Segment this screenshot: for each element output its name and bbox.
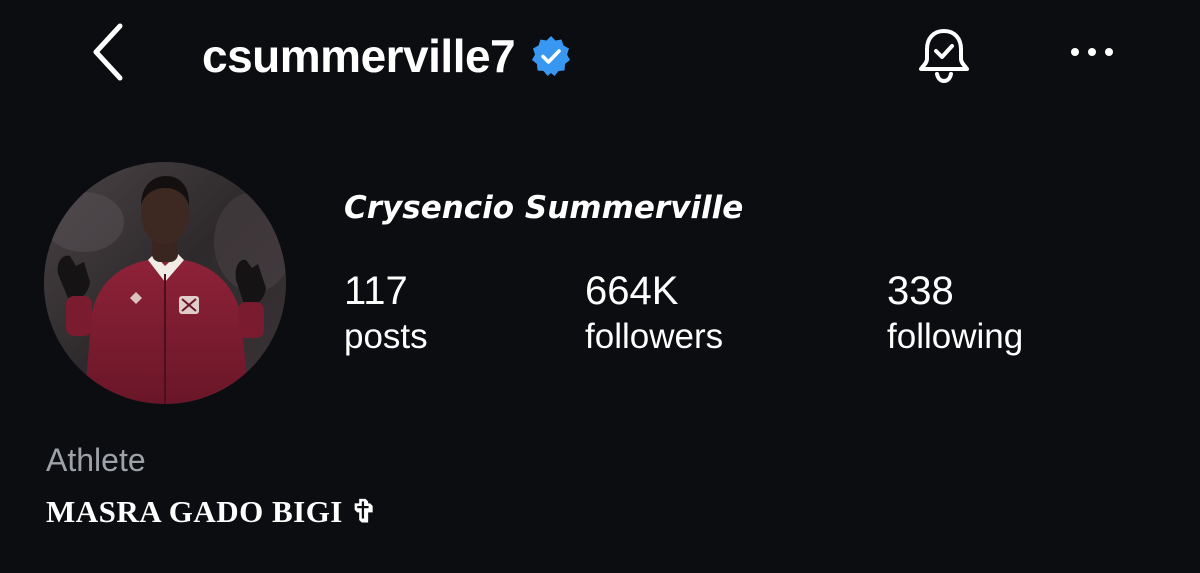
full-name: Crysencio Summerville (344, 190, 744, 226)
notifications-button[interactable] (910, 26, 978, 90)
more-options-button[interactable] (1066, 34, 1118, 74)
chevron-left-icon (88, 22, 128, 87)
following-count: 338 (887, 269, 954, 313)
posts-stat[interactable]: 117 posts (344, 268, 428, 360)
more-horizontal-icon (1069, 45, 1115, 63)
bell-check-icon (913, 25, 975, 92)
back-button[interactable] (84, 22, 132, 87)
username: csummerville7 (202, 30, 516, 82)
profile-category: Athlete (46, 442, 146, 478)
following-stat[interactable]: 338 following (887, 268, 1023, 360)
posts-count: 117 (344, 269, 408, 313)
username-row: csummerville7 (202, 24, 573, 88)
followers-stat[interactable]: 664K followers (585, 268, 723, 360)
followers-label: followers (585, 317, 724, 356)
posts-label: posts (344, 317, 428, 356)
followers-count: 664K (585, 269, 679, 313)
verified-badge-icon (529, 34, 573, 78)
following-label: following (887, 317, 1024, 356)
profile-page: csummerville7 Crysencio Summerville 117 … (0, 0, 1200, 573)
profile-bio: MASRA GADO BIGI ✞ (46, 494, 378, 529)
profile-avatar[interactable] (44, 162, 286, 404)
